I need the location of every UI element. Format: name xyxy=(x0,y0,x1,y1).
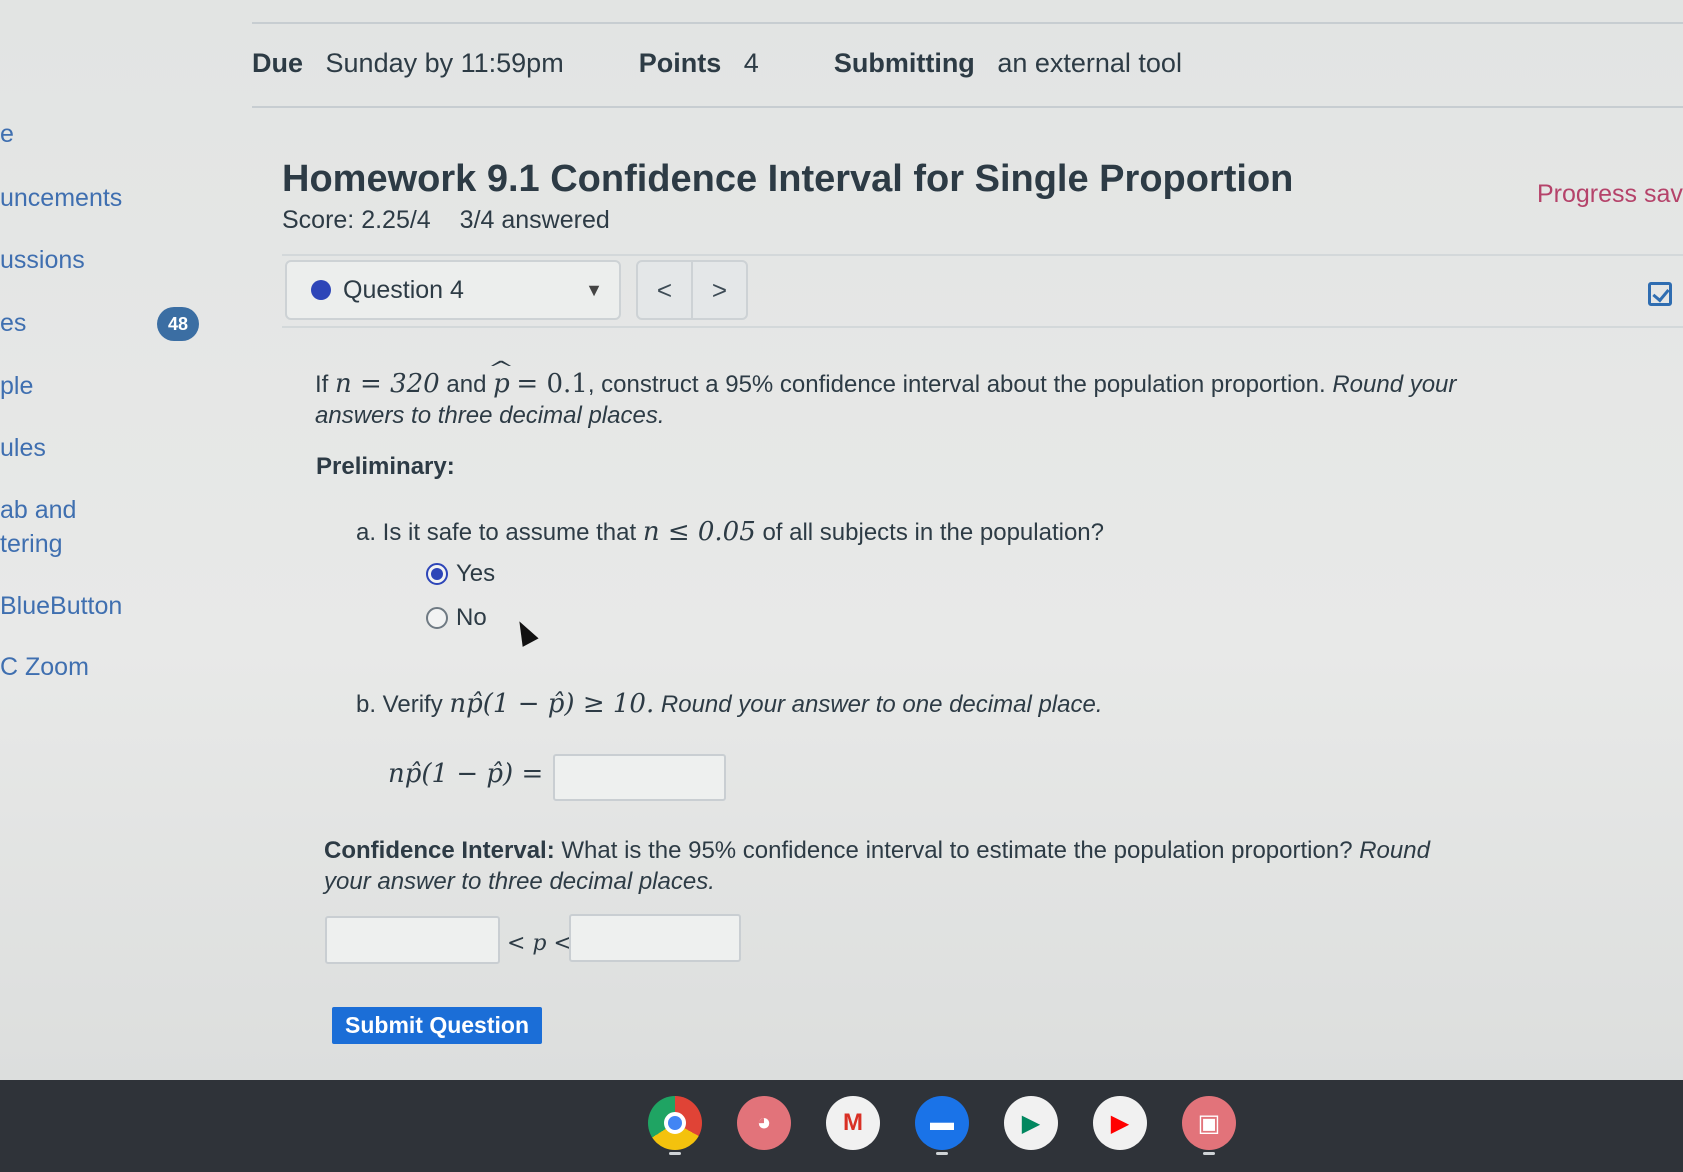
option-no-label: No xyxy=(456,604,487,631)
screen: e uncements ussions es 48 ple ules ab an… xyxy=(0,0,1683,1080)
previous-question-button[interactable]: < xyxy=(638,262,691,318)
due-label: Due xyxy=(252,48,304,78)
radio-yes[interactable] xyxy=(426,563,448,585)
screencast-running-indicator xyxy=(1203,1152,1215,1155)
nav-item-people[interactable]: ple xyxy=(0,370,33,403)
chrome-icon[interactable] xyxy=(648,1096,702,1150)
score-value: Score: 2.25/4 xyxy=(282,206,431,234)
question-prompt: If n = 320 and p = 0.1, construct a 95% … xyxy=(315,368,1495,432)
grades-count-badge: 48 xyxy=(157,307,199,341)
option-yes[interactable]: Yes xyxy=(426,560,495,588)
files-running-indicator xyxy=(936,1152,948,1155)
ci-upper-input[interactable] xyxy=(569,914,741,962)
question-select[interactable]: Question 4 ▼ xyxy=(285,260,621,320)
question-select-label: Question 4 xyxy=(343,275,464,304)
preliminary-heading: Preliminary: xyxy=(316,453,455,480)
points-value: 4 xyxy=(743,48,759,78)
submitting-value: an external tool xyxy=(997,48,1182,78)
top-divider xyxy=(252,22,1683,24)
homework-title: Homework 9.1 Confidence Interval for Sin… xyxy=(282,158,1294,200)
submitting-label: Submitting xyxy=(833,48,975,78)
nav-item-bluebutton[interactable]: BlueButton xyxy=(0,590,122,623)
part-b-question: b. Verify np̂(1 − p̂) ≥ 10. Round your a… xyxy=(356,689,1103,719)
progress-status: Progress saved xyxy=(1537,180,1683,208)
screencast-icon[interactable]: ▣ xyxy=(1182,1096,1236,1150)
nav-item-grades[interactable]: es xyxy=(0,307,26,340)
mouse-pointer-icon xyxy=(511,617,539,647)
taskbar-shelf: ◕ M ▬ ▶ ▶ ▣ xyxy=(0,1080,1683,1172)
course-nav: e uncements ussions es 48 ple ules ab an… xyxy=(0,0,230,1080)
caret-down-icon: ▼ xyxy=(585,280,603,300)
checklist-icon[interactable] xyxy=(1648,282,1672,306)
nav-item-zoom[interactable]: C Zoom xyxy=(0,651,89,684)
part-b-lhs: np̂(1 − p̂) = xyxy=(388,759,544,789)
ci-question: Confidence Interval: What is the 95% con… xyxy=(324,837,1430,895)
youtube-icon[interactable]: ▶ xyxy=(1093,1096,1147,1150)
assignment-meta: Due Sunday by 11:59pm Points 4 Submittin… xyxy=(252,48,1182,79)
option-no[interactable]: No xyxy=(426,604,487,632)
next-question-button[interactable]: > xyxy=(691,262,746,318)
due-value: Sunday by 11:59pm xyxy=(325,48,564,78)
files-icon[interactable]: ▬ xyxy=(915,1096,969,1150)
play-store-icon[interactable]: ▶ xyxy=(1004,1096,1058,1150)
part-a-question: a. Is it safe to assume that n ≤ 0.05 of… xyxy=(356,517,1105,547)
ci-middle-label: < p < xyxy=(507,931,572,956)
submit-question-button[interactable]: Submit Question xyxy=(332,1007,542,1044)
nav-item-mylab-b[interactable]: tering xyxy=(0,528,63,561)
nav-item-announcements[interactable]: uncements xyxy=(0,182,122,215)
part-b-answer-input[interactable] xyxy=(553,754,726,801)
points-label: Points xyxy=(638,48,722,78)
option-yes-label: Yes xyxy=(456,560,496,587)
nav-item-mylab-a[interactable]: ab and xyxy=(0,494,76,527)
nav-item-home[interactable]: e xyxy=(0,118,14,151)
header-divider xyxy=(282,254,1683,256)
nav-divider xyxy=(282,326,1683,328)
question-nav-buttons: < > xyxy=(636,260,748,320)
nav-item-discussions[interactable]: ussions xyxy=(0,244,85,277)
answered-count: 3/4 answered xyxy=(459,206,610,234)
radio-no[interactable] xyxy=(426,607,448,629)
gmail-icon[interactable]: M xyxy=(826,1096,880,1150)
question-status-dot-icon xyxy=(311,280,331,300)
meta-divider xyxy=(252,106,1683,108)
nav-item-modules[interactable]: ules xyxy=(0,432,46,465)
score-line: Score: 2.25/4 3/4 answered xyxy=(282,206,632,235)
ci-lower-input[interactable] xyxy=(325,916,500,964)
chrome-running-indicator xyxy=(669,1152,681,1155)
palette-icon[interactable]: ◕ xyxy=(737,1096,791,1150)
